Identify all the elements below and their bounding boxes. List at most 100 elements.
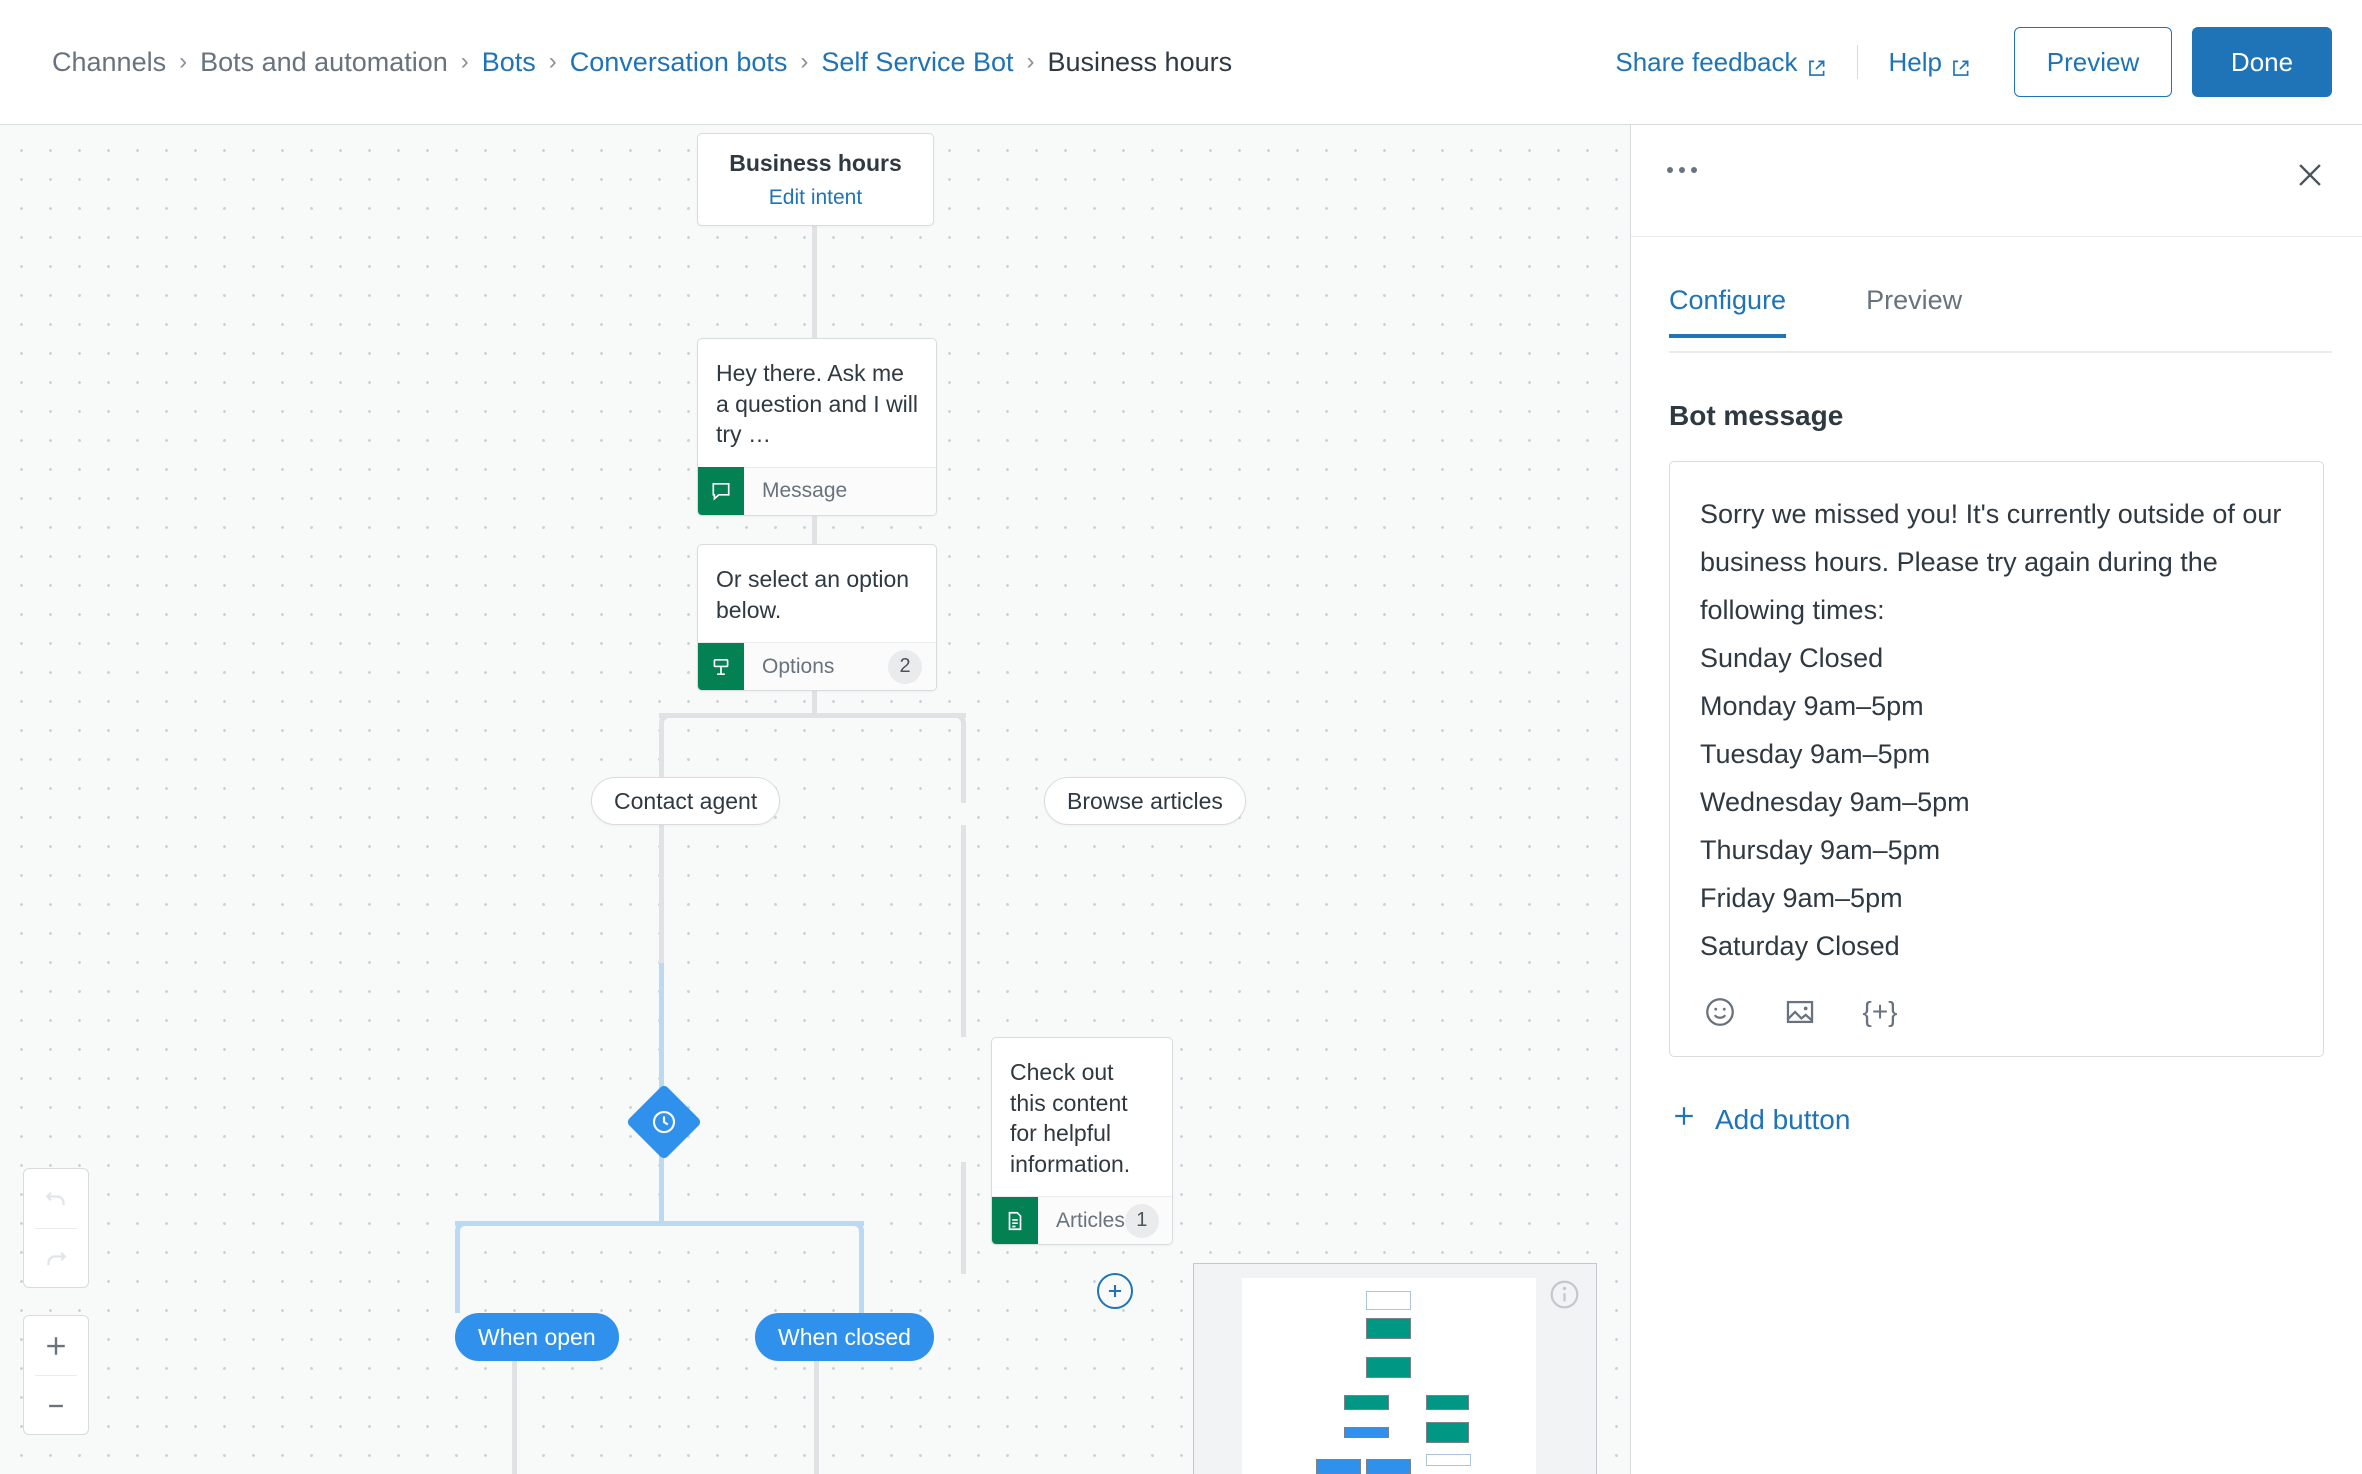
flow-node-type-label: Message bbox=[762, 479, 848, 503]
options-icon bbox=[698, 642, 744, 691]
flow-node-type-label: Options bbox=[762, 654, 835, 678]
bot-message-text[interactable]: Sorry we missed you! It's currently outs… bbox=[1700, 490, 2293, 970]
message-toolbar: {+} bbox=[1700, 992, 2293, 1032]
connector bbox=[834, 1221, 864, 1287]
variable-icon[interactable]: {+} bbox=[1860, 992, 1900, 1032]
breadcrumb-item-bots-and-automation[interactable]: Bots and automation bbox=[200, 47, 448, 78]
tab-preview[interactable]: Preview bbox=[1866, 277, 1962, 338]
breadcrumb-separator: › bbox=[460, 48, 469, 75]
zoom-controls bbox=[23, 1315, 89, 1435]
zoom-out-button[interactable] bbox=[24, 1376, 88, 1435]
connector bbox=[455, 1221, 864, 1281]
condition-pill-when-open[interactable]: When open bbox=[455, 1313, 619, 1361]
message-icon bbox=[698, 467, 744, 515]
minimap-node bbox=[1316, 1459, 1361, 1474]
minimap-node bbox=[1426, 1422, 1469, 1443]
flow-node-footer: Options 2 bbox=[698, 642, 936, 691]
connector bbox=[659, 713, 966, 773]
connector bbox=[455, 1221, 485, 1287]
condition-pill-when-closed[interactable]: When closed bbox=[755, 1313, 934, 1361]
toolbar-divider bbox=[1856, 45, 1858, 79]
minimap[interactable] bbox=[1193, 1263, 1597, 1474]
panel-header bbox=[1631, 125, 2362, 237]
option-pill-contact-agent[interactable]: Contact agent bbox=[591, 777, 781, 825]
breadcrumb-item-channels[interactable]: Channels bbox=[52, 47, 166, 78]
share-feedback-label: Share feedback bbox=[1615, 46, 1798, 77]
edit-intent-link[interactable]: Edit intent bbox=[769, 186, 862, 210]
breadcrumb-separator: › bbox=[179, 48, 188, 75]
help-label: Help bbox=[1888, 46, 1942, 77]
connector bbox=[659, 963, 664, 1097]
image-icon[interactable] bbox=[1780, 992, 1820, 1032]
panel-tabs: Configure Preview bbox=[1631, 277, 2362, 353]
preview-button[interactable]: Preview bbox=[2014, 27, 2172, 97]
breadcrumb-item-business-hours: Business hours bbox=[1047, 46, 1233, 77]
connector bbox=[936, 713, 966, 779]
breadcrumb-separator: › bbox=[1026, 48, 1035, 75]
flow-node-footer: Articles 1 bbox=[992, 1196, 1172, 1245]
external-link-icon bbox=[1807, 54, 1826, 76]
breadcrumb-item-self-service-bot[interactable]: Self Service Bot bbox=[821, 47, 1013, 78]
info-icon[interactable] bbox=[1548, 1278, 1581, 1311]
add-node-button[interactable] bbox=[1097, 1273, 1133, 1309]
minimap-node bbox=[1426, 1454, 1471, 1466]
add-button-label: Add button bbox=[1715, 1103, 1851, 1135]
flow-node-badge: 2 bbox=[888, 649, 922, 684]
overflow-menu-icon[interactable] bbox=[1667, 167, 1697, 173]
plus-icon bbox=[1669, 1101, 1699, 1138]
top-bar: Channels › Bots and automation › Bots › … bbox=[0, 0, 2362, 125]
flow-canvas[interactable]: Business hours Edit intent Hey there. As… bbox=[0, 125, 1630, 1474]
breadcrumb-separator: › bbox=[800, 48, 809, 75]
connector bbox=[961, 773, 966, 803]
minimap-node bbox=[1366, 1291, 1411, 1310]
add-button-link[interactable]: Add button bbox=[1669, 1101, 1850, 1138]
flow-node-options[interactable]: Or select an option below. Options 2 bbox=[697, 544, 937, 692]
done-button[interactable]: Done bbox=[2192, 27, 2332, 97]
flow-node-badge: 1 bbox=[1124, 1203, 1159, 1238]
intent-node[interactable]: Business hours Edit intent bbox=[697, 133, 934, 226]
flow-node-text: Hey there. Ask me a question and I will … bbox=[716, 360, 919, 448]
connector bbox=[455, 1281, 460, 1313]
minimap-node bbox=[1366, 1357, 1411, 1378]
emoji-icon[interactable] bbox=[1700, 992, 1740, 1032]
intent-node-title: Business hours bbox=[729, 149, 902, 176]
breadcrumb-item-bots[interactable]: Bots bbox=[482, 47, 536, 78]
minimap-node bbox=[1366, 1318, 1411, 1339]
flow-node-type-label: Articles bbox=[1056, 1208, 1125, 1232]
article-icon bbox=[992, 1196, 1038, 1245]
flow-node-text: Check out this content for helpful infor… bbox=[1010, 1059, 1131, 1177]
configuration-panel: Configure Preview Bot message Sorry we m… bbox=[1631, 125, 2362, 1474]
minimap-node bbox=[1366, 1459, 1411, 1474]
bot-message-editor[interactable]: Sorry we missed you! It's currently outs… bbox=[1669, 461, 2324, 1058]
clock-icon bbox=[646, 1104, 682, 1140]
flow-node-articles[interactable]: Check out this content for helpful infor… bbox=[991, 1037, 1173, 1246]
connector bbox=[659, 825, 664, 963]
top-bar-actions: Share feedback Help Preview Done bbox=[1615, 27, 2332, 97]
redo-button[interactable] bbox=[24, 1229, 88, 1288]
zoom-in-button[interactable] bbox=[24, 1316, 88, 1375]
option-pill-browse-articles[interactable]: Browse articles bbox=[1044, 777, 1246, 825]
panel-section-title: Bot message bbox=[1669, 400, 1844, 431]
breadcrumb-item-conversation-bots[interactable]: Conversation bots bbox=[570, 47, 788, 78]
connector bbox=[961, 825, 966, 1037]
minimap-node bbox=[1426, 1395, 1469, 1410]
connector bbox=[814, 1357, 819, 1474]
flow-node-text: Or select an option below. bbox=[716, 566, 910, 623]
connector bbox=[659, 713, 689, 779]
minimap-node bbox=[1344, 1395, 1389, 1410]
history-controls bbox=[23, 1168, 89, 1288]
external-link-icon bbox=[1951, 54, 1970, 76]
tab-configure[interactable]: Configure bbox=[1669, 277, 1787, 338]
breadcrumb: Channels › Bots and automation › Bots › … bbox=[52, 47, 1232, 78]
minimap-node bbox=[1344, 1427, 1389, 1438]
undo-button[interactable] bbox=[24, 1169, 88, 1228]
help-link[interactable]: Help bbox=[1889, 47, 1970, 78]
connector bbox=[961, 1162, 966, 1274]
connector bbox=[859, 1281, 864, 1313]
share-feedback-link[interactable]: Share feedback bbox=[1615, 47, 1825, 78]
connector bbox=[812, 226, 817, 338]
flow-node-message[interactable]: Hey there. Ask me a question and I will … bbox=[697, 338, 937, 516]
close-icon[interactable] bbox=[2288, 153, 2332, 197]
connector bbox=[659, 1149, 664, 1225]
flow-node-footer: Message bbox=[698, 466, 936, 515]
